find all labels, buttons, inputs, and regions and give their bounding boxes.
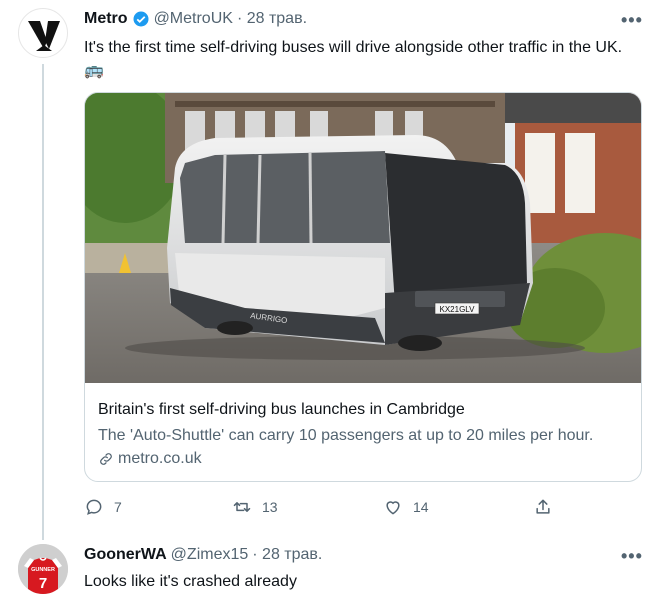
reply-count: 7	[114, 499, 122, 515]
reply-author-handle[interactable]: @Zimex15	[171, 546, 249, 564]
reply-header: GoonerWA @Zimex15 · 28 трав.	[84, 546, 322, 564]
retweet-icon	[233, 502, 251, 512]
link-icon	[98, 451, 114, 467]
avatar-text: GUNNER	[31, 567, 55, 573]
reply-more-icon[interactable]: •••	[621, 546, 643, 567]
avatar-number: 7	[39, 575, 47, 592]
reply-icon	[86, 499, 102, 515]
link-card[interactable]: KX21GLV AURRIGO Britain's first self-dri…	[84, 92, 642, 482]
retweet-count: 13	[262, 499, 278, 515]
like-button[interactable]: 14	[383, 497, 429, 517]
reply-author-name[interactable]: GoonerWA	[84, 546, 167, 564]
goonerwa-avatar[interactable]: GUNNER 7	[18, 544, 68, 594]
arsenal-shirt-avatar: GUNNER 7	[18, 544, 68, 594]
card-image[interactable]: KX21GLV AURRIGO	[85, 93, 641, 383]
metro-logo-icon	[28, 21, 60, 51]
reply-text: Looks like it's crashed already	[84, 573, 297, 590]
metro-avatar[interactable]	[18, 8, 68, 58]
author-handle[interactable]: @MetroUK	[154, 10, 233, 28]
more-icon[interactable]: •••	[621, 10, 643, 31]
tweet-body: It's the first time self-driving buses w…	[84, 39, 623, 56]
verified-badge-icon	[132, 10, 150, 28]
retweet-button[interactable]: 13	[232, 497, 278, 517]
thread-line	[42, 64, 44, 540]
share-icon	[536, 499, 550, 514]
bus-emoji: 🚌	[84, 62, 104, 79]
tweet-text: It's the first time self-driving buses w…	[84, 36, 640, 82]
reply-date[interactable]: · 28 трав.	[252, 546, 322, 564]
card-title[interactable]: Britain's first self-driving bus launche…	[98, 401, 465, 419]
card-domain-text: metro.co.uk	[118, 450, 202, 467]
card-domain[interactable]: metro.co.uk	[98, 450, 202, 468]
tweet-header: Metro @MetroUK · 28 трав.	[84, 10, 307, 28]
tweet-date[interactable]: · 28 трав.	[237, 10, 307, 28]
bus-plate: KX21GLV	[440, 305, 476, 314]
like-count: 14	[413, 499, 429, 515]
like-icon	[386, 501, 400, 515]
card-description[interactable]: The 'Auto-Shuttle' can carry 10 passenge…	[98, 427, 593, 445]
reply-button[interactable]: 7	[84, 497, 122, 517]
share-button[interactable]	[533, 497, 553, 517]
author-name[interactable]: Metro	[84, 10, 128, 28]
